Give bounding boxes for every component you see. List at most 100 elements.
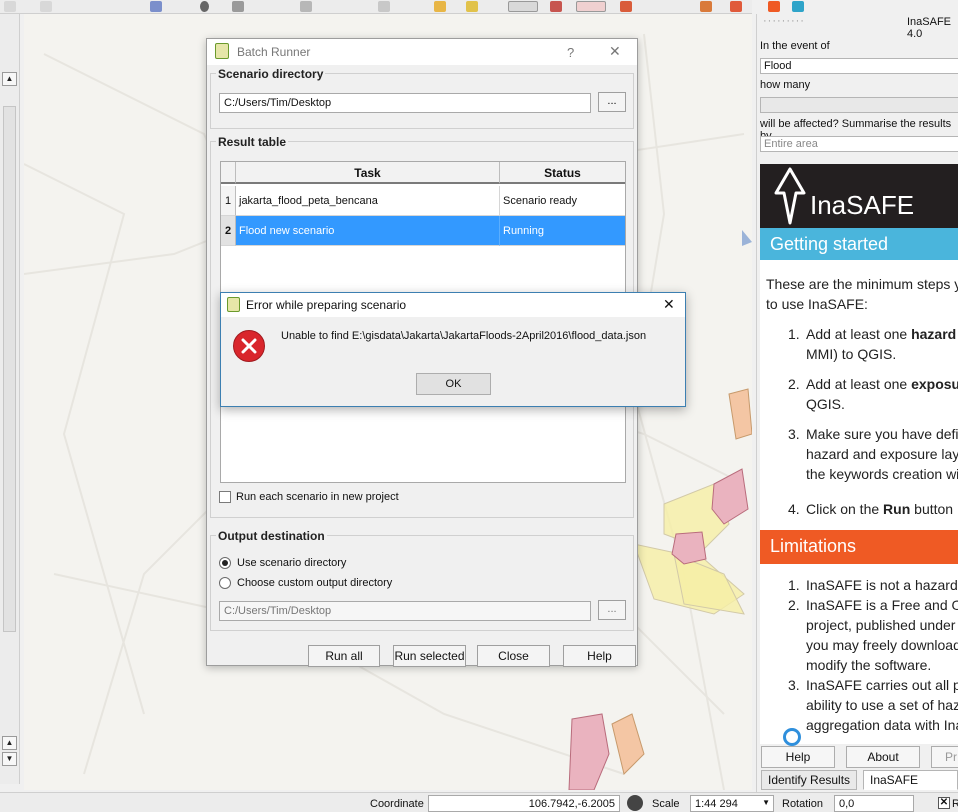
custom-dir-radio[interactable] [219, 577, 231, 589]
toolbar-tool-icon[interactable] [200, 1, 209, 12]
toolbar-tool-icon[interactable] [700, 1, 712, 12]
exposure-select[interactable] [760, 97, 958, 113]
run-each-checkbox[interactable] [219, 491, 231, 503]
hazard-select[interactable]: Flood [760, 58, 958, 74]
scenario-dir-label: Scenario directory [216, 67, 326, 81]
toolbar-tool-icon[interactable] [466, 1, 478, 12]
table-cell-status[interactable]: Running [500, 216, 625, 246]
intro-text: to use InaSAFE: [766, 296, 868, 312]
row-header[interactable]: 1 [221, 186, 236, 216]
pan-map-icon[interactable] [508, 1, 538, 12]
step-text: QGIS. [806, 396, 845, 412]
toolbar-tool-icon[interactable] [550, 1, 562, 12]
batch-runner-title: Batch Runner [237, 45, 311, 59]
scale-select[interactable]: 1:44 294 ▼ [690, 795, 774, 812]
hazard-select-value: Flood [764, 60, 792, 72]
limit-text: aggregation data with Ina [806, 717, 958, 733]
ok-button[interactable]: OK [416, 373, 491, 395]
column-header-task[interactable]: Task [236, 162, 500, 184]
inasafe-header: InaSAFE [760, 164, 958, 228]
main-toolbar [0, 0, 804, 14]
close-icon[interactable]: ✕ [609, 43, 621, 60]
scrollbar-track[interactable] [3, 106, 16, 632]
scenario-dir-input[interactable]: C:/Users/Tim/Desktop [219, 93, 591, 113]
scale-label: Scale [652, 798, 680, 810]
toggle-extents-icon[interactable] [627, 795, 643, 811]
step-number: 3. [788, 426, 800, 442]
coordinate-input[interactable]: 106.7942,-6.2005 [428, 795, 620, 812]
rotation-label: Rotation [782, 798, 823, 810]
event-label: In the event of [760, 40, 830, 52]
limit-number: 3. [788, 677, 800, 693]
toolbar-tool-icon[interactable] [40, 1, 52, 12]
dock-titlebar: ········· InaSAFE 4.0 [757, 14, 958, 40]
inasafe-toolbar-icon[interactable] [768, 1, 780, 12]
run-each-label: Run each scenario in new project [236, 491, 399, 503]
table-cell-task[interactable]: Flood new scenario [236, 216, 500, 246]
toolbar-tool-icon[interactable] [730, 1, 742, 12]
step-text-bold: Run [883, 501, 911, 517]
rotation-input[interactable]: 0,0 [834, 795, 914, 812]
batch-runner-titlebar: Batch Runner ? ✕ [207, 39, 637, 65]
help-title-icon[interactable]: ? [567, 45, 574, 60]
close-icon[interactable]: ✕ [663, 296, 675, 313]
run-toolbar-icon[interactable] [792, 1, 804, 12]
toolbar-tool-icon[interactable] [150, 1, 162, 12]
toolbar-tool-icon[interactable] [232, 1, 244, 12]
table-cell-task[interactable]: jakarta_flood_peta_bencana [236, 186, 500, 216]
help-button[interactable]: Help [761, 746, 835, 768]
toolbar-tool-icon[interactable] [300, 1, 312, 12]
toolbar-tool-icon[interactable] [4, 1, 16, 12]
toolbar-tool-icon[interactable] [576, 1, 606, 12]
use-scenario-dir-label: Use scenario directory [237, 557, 347, 569]
scroll-down-icon[interactable]: ▼ [2, 752, 17, 766]
step-number: 2. [788, 376, 800, 392]
step-number: 1. [788, 326, 800, 342]
qgis-app-icon [215, 43, 229, 59]
step-text-bold: hazard [911, 326, 957, 342]
output-dir-input[interactable]: C:/Users/Tim/Desktop [219, 601, 591, 621]
step-text-part: Add at least one [806, 376, 912, 392]
step-text: Add at least one exposu [806, 374, 958, 394]
limit-number: 2. [788, 597, 800, 613]
tab-identify-results[interactable]: Identify Results [761, 770, 858, 790]
aggregation-select[interactable]: Entire area [760, 136, 958, 152]
step-text: MMI) to QGIS. [806, 346, 897, 362]
map-marker-icon [742, 230, 752, 246]
row-header[interactable]: 2 [221, 216, 236, 246]
run-all-button[interactable]: Run all [308, 645, 380, 667]
result-table-label: Result table [216, 135, 289, 149]
limit-text: InaSAFE carries out all pro [806, 677, 958, 693]
run-selected-button[interactable]: Run selected [393, 645, 466, 667]
scroll-up-icon[interactable]: ▲ [2, 736, 17, 750]
scroll-up-icon[interactable]: ▲ [2, 72, 17, 86]
browse-scenario-button[interactable]: ... [598, 92, 626, 112]
table-cell-status[interactable]: Scenario ready [500, 186, 625, 216]
browse-output-button[interactable]: ... [598, 600, 626, 620]
use-scenario-dir-radio[interactable] [219, 557, 231, 569]
step-text: Make sure you have defin [806, 426, 958, 442]
custom-dir-label: Choose custom output directory [237, 577, 393, 589]
about-button[interactable]: About [846, 746, 920, 768]
howmany-label: how many [760, 79, 811, 91]
print-button[interactable]: Pr [931, 746, 958, 768]
aggregation-select-value: Entire area [764, 138, 818, 150]
chevron-down-icon: ▼ [762, 798, 770, 807]
step-text: hazard and exposure laye [806, 446, 958, 462]
step-text: Click on the Run button [806, 499, 953, 519]
error-title: Error while preparing scenario [246, 298, 407, 312]
toolbar-tool-icon[interactable] [620, 1, 632, 12]
scenario-dir-value: C:/Users/Tim/Desktop [224, 97, 332, 109]
help-button[interactable]: Help [563, 645, 636, 667]
toolbar-tool-icon[interactable] [434, 1, 446, 12]
column-header-status[interactable]: Status [500, 162, 625, 184]
dock-title-text: InaSAFE 4.0 [907, 16, 952, 40]
toolbar-tool-icon[interactable] [378, 1, 390, 12]
status-bar: Coordinate 106.7942,-6.2005 Scale 1:44 2… [0, 792, 958, 812]
left-panel-strip: ▲ ▲ ▼ [0, 14, 20, 784]
intro-text: These are the minimum steps y [766, 276, 958, 292]
output-destination-label: Output destination [216, 529, 327, 543]
render-checkbox[interactable]: ✕ [938, 797, 950, 809]
close-button[interactable]: Close [477, 645, 550, 667]
tab-inasafe[interactable]: InaSAFE 4.0.0b0 [863, 770, 958, 792]
